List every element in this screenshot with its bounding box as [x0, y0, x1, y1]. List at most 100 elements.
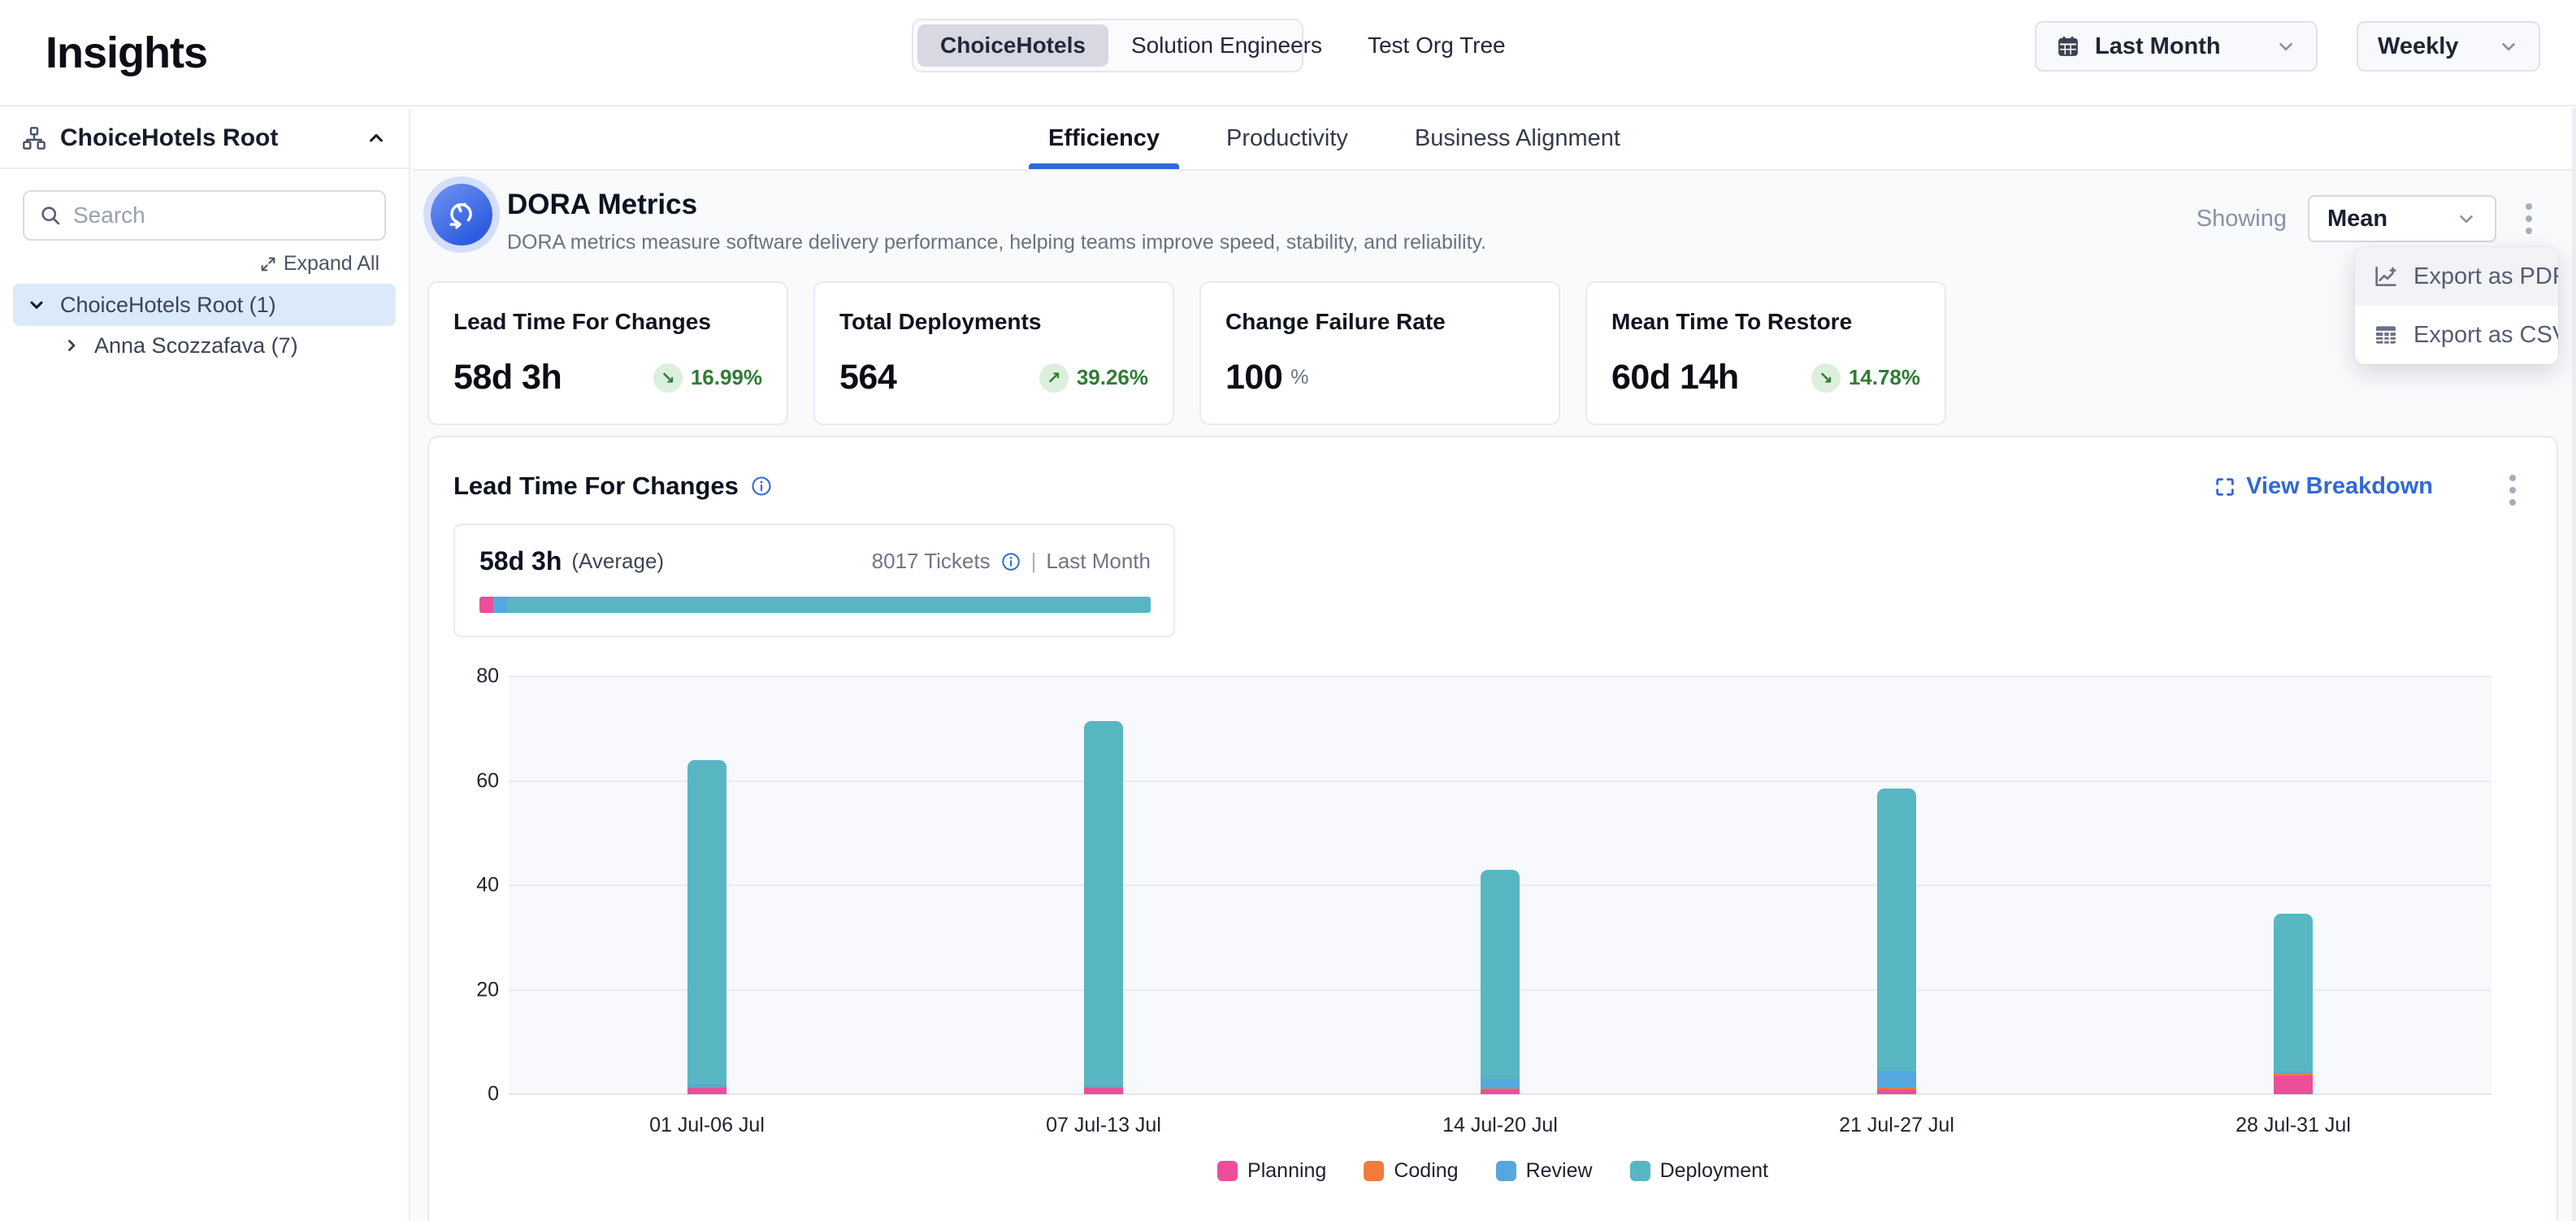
- legend-swatch-deployment: [1630, 1161, 1650, 1181]
- metric-value: 60d 14h: [1611, 358, 1739, 398]
- metric-unit: %: [1290, 366, 1308, 389]
- gridline-y-80: [509, 676, 2491, 677]
- table-icon: [2373, 322, 2399, 348]
- search-input[interactable]: [73, 202, 370, 228]
- x-tick-2: 07 Jul-13 Jul: [1046, 1114, 1161, 1137]
- menu-item-export-pdf[interactable]: Export as PDF: [2355, 247, 2558, 306]
- bar-07-jul-13-jul: [1084, 721, 1123, 1094]
- summary-period: Last Month: [1046, 549, 1151, 574]
- sidebar-search: [23, 190, 386, 241]
- chevron-down-icon: [2275, 36, 2296, 57]
- tab-efficiency[interactable]: Efficiency: [1048, 108, 1160, 169]
- menu-item-export-csv[interactable]: Export as CSV: [2355, 306, 2558, 364]
- bar-segment-planning: [687, 1088, 726, 1094]
- bar-segment-planning: [1877, 1089, 1916, 1094]
- section-overflow-menu-button[interactable]: [2501, 470, 2524, 511]
- expand-corners-icon: [2214, 476, 2236, 498]
- org-tree-icon: [21, 125, 47, 151]
- y-tick-60: 60: [442, 769, 499, 793]
- main-tabs-row: Efficiency Productivity Business Alignme…: [412, 108, 2576, 171]
- chart-export-icon: [2373, 263, 2399, 289]
- bar-segment-deployment: [1084, 721, 1123, 1085]
- metric-value: 100: [1225, 358, 1282, 398]
- x-tick-1: 01 Jul-06 Jul: [649, 1114, 765, 1137]
- lead-time-bar-chart: [509, 676, 2491, 1094]
- tab-business-alignment[interactable]: Business Alignment: [1415, 108, 1620, 169]
- phase-segment-planning: [479, 597, 493, 613]
- showing-label: Showing: [2197, 206, 2287, 232]
- trend-down-icon: ↘: [1811, 363, 1841, 393]
- granularity-select[interactable]: Weekly: [2357, 21, 2540, 72]
- x-tick-5: 28 Jul-31 Jul: [2236, 1114, 2351, 1137]
- section-title: Lead Time For Changes: [453, 471, 739, 501]
- tickets-count: 8017 Tickets: [872, 549, 991, 574]
- x-tick-4: 21 Jul-27 Jul: [1839, 1114, 1954, 1137]
- info-icon[interactable]: [750, 475, 773, 498]
- bar-segment-planning: [2274, 1075, 2313, 1094]
- org-tab-choicehotels[interactable]: ChoiceHotels: [917, 24, 1108, 67]
- chevron-down-icon: [2456, 208, 2477, 229]
- bar-segment-planning: [1084, 1088, 1123, 1094]
- date-range-select[interactable]: Last Month: [2035, 21, 2318, 72]
- showing-controls: Showing Mean: [2197, 195, 2540, 242]
- bar-01-jul-06-jul: [687, 760, 726, 1094]
- y-tick-0: 0: [442, 1083, 499, 1106]
- chart-legend: PlanningCodingReviewDeployment: [429, 1159, 2556, 1183]
- dora-metrics-title: DORA Metrics: [507, 189, 697, 221]
- content-area: DORA Metrics DORA metrics measure softwa…: [412, 172, 2576, 1221]
- lead-time-section-card: Lead Time For Changes View Breakdown: [427, 436, 2558, 1221]
- bar-segment-deployment: [1877, 789, 1916, 1071]
- org-tab-solution-engineers[interactable]: Solution Engineers: [1108, 24, 1345, 67]
- sidebar-title: ChoiceHotels Root: [60, 124, 352, 152]
- summary-value: 58d 3h: [479, 546, 562, 576]
- dora-overflow-menu-button[interactable]: [2517, 198, 2540, 239]
- metric-value: 564: [839, 358, 896, 398]
- phase-segment-deployment: [507, 597, 1151, 613]
- org-tab-test-org-tree[interactable]: Test Org Tree: [1345, 24, 1529, 67]
- chevron-down-icon: [26, 294, 47, 315]
- gridline-y-60: [509, 780, 2491, 782]
- card-lead-time-for-changes: Lead Time For Changes 58d 3h ↘ 16.99%: [427, 281, 788, 425]
- legend-swatch-coding: [1364, 1161, 1384, 1181]
- collapse-chevron-up-icon[interactable]: [365, 127, 388, 150]
- phase-distribution-bar: [479, 597, 1151, 613]
- scrollbar-track[interactable]: [2572, 108, 2576, 1221]
- dora-metrics-icon: [431, 184, 492, 246]
- view-breakdown-button[interactable]: View Breakdown: [2214, 473, 2433, 500]
- legend-item-planning: Planning: [1217, 1159, 1326, 1183]
- metric-value: 58d 3h: [453, 358, 562, 398]
- bar-14-jul-20-jul: [1481, 870, 1520, 1094]
- legend-item-deployment: Deployment: [1630, 1159, 1768, 1183]
- legend-swatch-planning: [1217, 1161, 1238, 1181]
- y-tick-40: 40: [442, 874, 499, 897]
- tab-productivity[interactable]: Productivity: [1226, 108, 1348, 169]
- search-icon: [39, 204, 62, 227]
- org-switcher: ChoiceHotels Solution Engineers Test Org…: [912, 19, 1303, 72]
- legend-item-coding: Coding: [1364, 1159, 1458, 1183]
- bar-segment-planning: [1481, 1089, 1520, 1094]
- expand-all-icon: [259, 255, 277, 273]
- page-title: Insights: [46, 28, 207, 78]
- trend-down-icon: ↘: [653, 363, 683, 393]
- y-tick-80: 80: [442, 665, 499, 689]
- bar-segment-deployment: [687, 760, 726, 1085]
- chevron-down-icon: [2498, 36, 2519, 57]
- expand-all-button[interactable]: Expand All: [0, 252, 379, 276]
- x-tick-3: 14 Jul-20 Jul: [1442, 1114, 1558, 1137]
- sidebar-header: ChoiceHotels Root: [0, 108, 409, 169]
- bar-28-jul-31-jul: [2274, 914, 2313, 1094]
- aggregation-select[interactable]: Mean: [2308, 195, 2496, 242]
- phase-segment-review: [493, 597, 507, 613]
- tree-item-choicehotels-root[interactable]: ChoiceHotels Root (1): [13, 284, 396, 326]
- info-icon[interactable]: [1000, 551, 1021, 572]
- legend-swatch-review: [1496, 1161, 1516, 1181]
- tree-item-anna-scozzafava[interactable]: Anna Scozzafava (7): [49, 326, 396, 365]
- trend-badge: ↘ 16.99%: [653, 363, 762, 393]
- metric-cards-row: Lead Time For Changes 58d 3h ↘ 16.99% To…: [427, 281, 1946, 425]
- card-change-failure-rate: Change Failure Rate 100 %: [1199, 281, 1560, 425]
- bar-segment-deployment: [1481, 870, 1520, 1079]
- summary-qualifier: (Average): [571, 549, 664, 574]
- card-mean-time-to-restore: Mean Time To Restore 60d 14h ↘ 14.78%: [1585, 281, 1946, 425]
- org-tree-sidebar: ChoiceHotels Root Expand All: [0, 108, 410, 1221]
- org-tree: ChoiceHotels Root (1) Anna Scozzafava (7…: [0, 284, 409, 365]
